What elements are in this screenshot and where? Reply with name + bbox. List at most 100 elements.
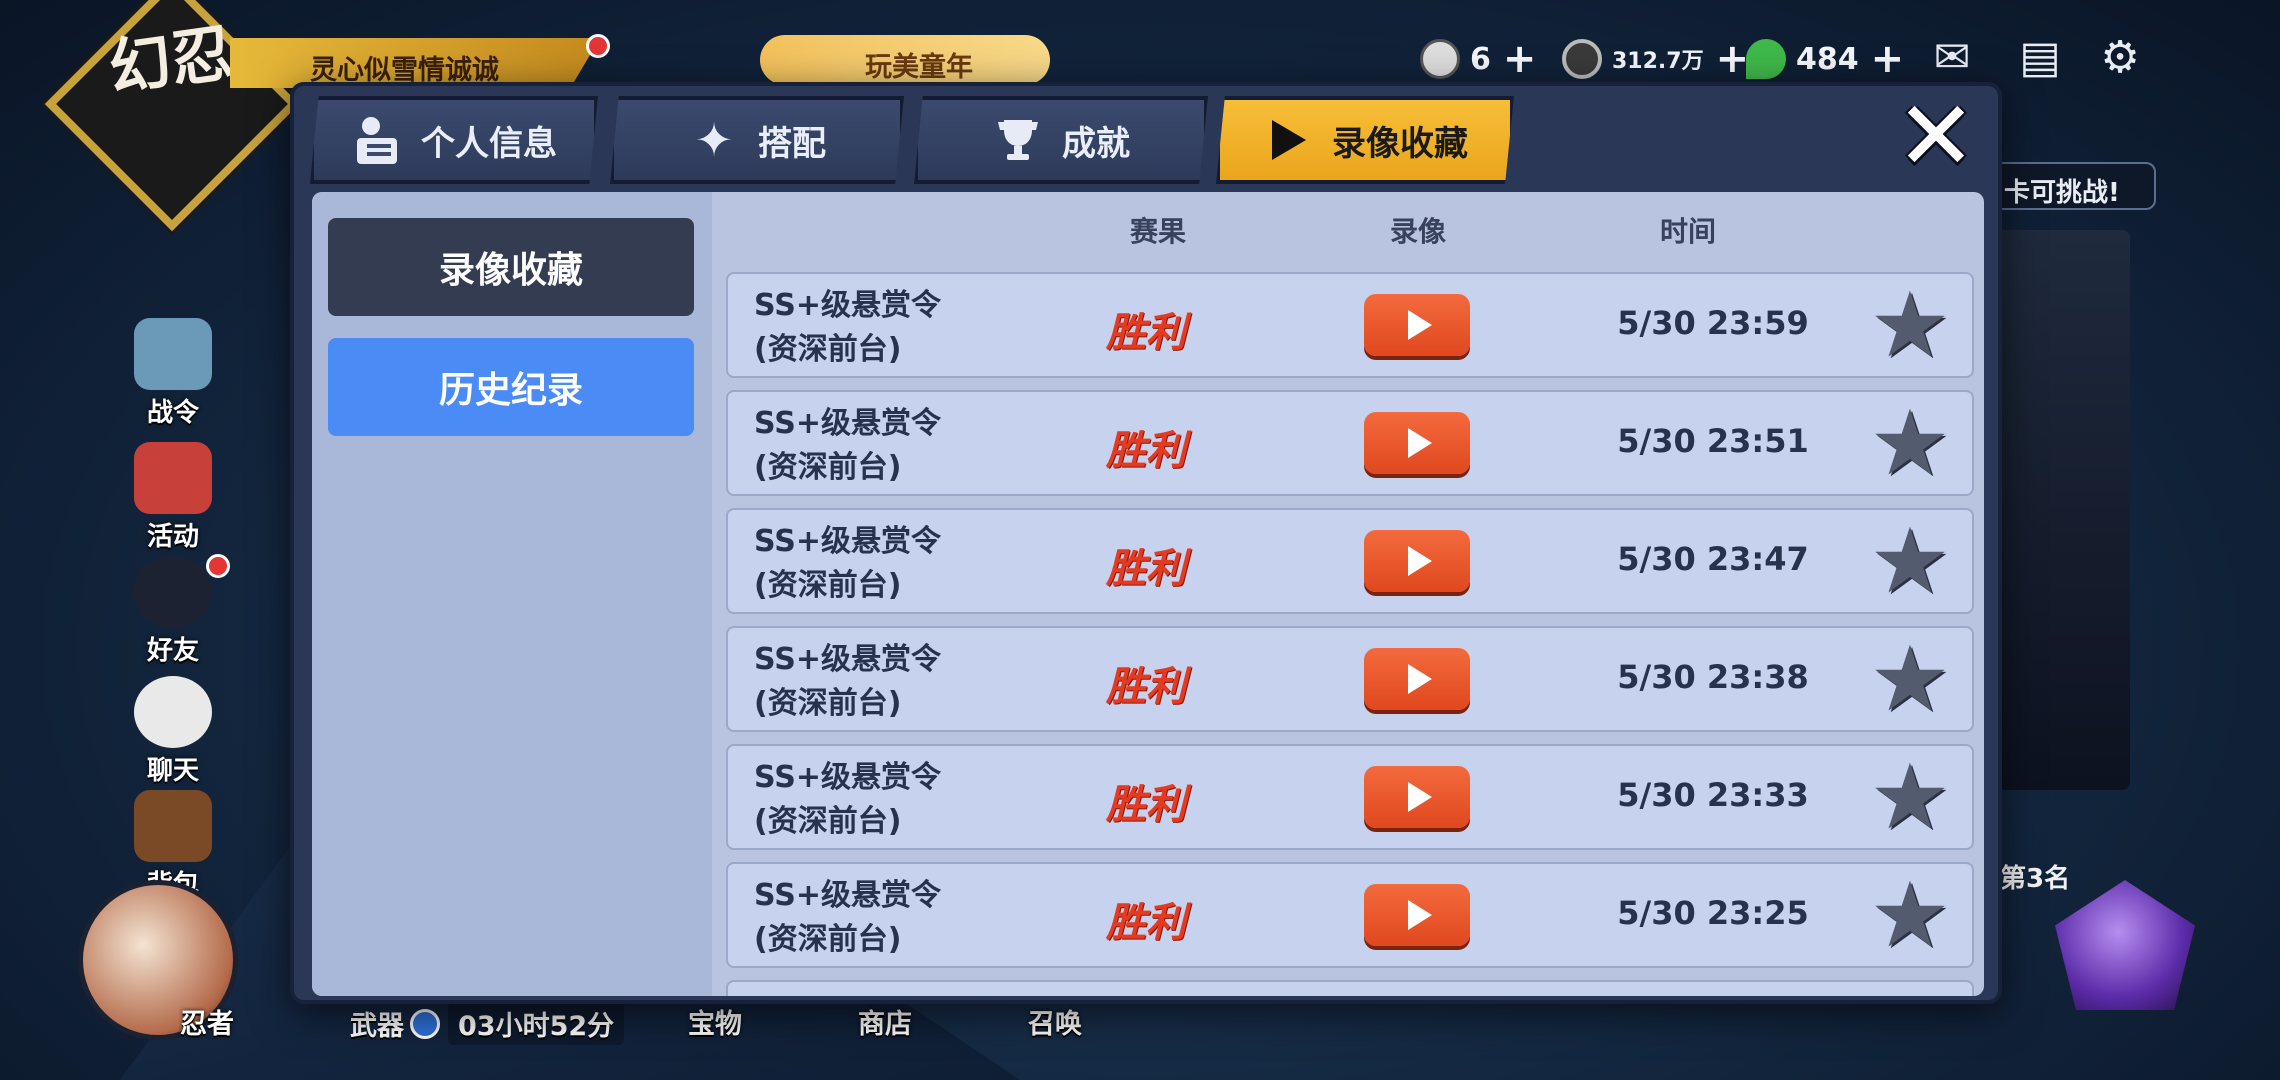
side-button-label: 聊天 [146,756,199,786]
side-button-pass[interactable]: 战令 [134,318,212,429]
notification-dot [206,554,230,578]
play-video-button[interactable] [1364,648,1470,710]
favorite-star-icon[interactable]: ★ [1868,753,1952,843]
table-row: SS+级悬赏令 (资深前台) 胜利 5/30 23:47 ★ [726,508,1974,614]
player-name-banner[interactable]: 灵心似雪情诚诚 [230,38,600,88]
match-title: SS+级悬赏令 (资深前台) [754,520,941,608]
side-button-label: 战令 [146,398,199,428]
table-row: SS+级悬赏令 (资深前台) 胜利 5/30 23:51 ★ [726,390,1974,496]
tab-loadout[interactable]: ✦ 搭配 [610,96,904,184]
side-button-friends[interactable]: 好友 [134,556,212,667]
coin-icon [1562,39,1602,79]
add-icon[interactable]: + [1716,36,1750,82]
play-video-button[interactable] [1364,766,1470,828]
match-subtitle: (资深前台) [754,686,902,721]
result-label: 胜利 [1106,427,1186,474]
match-time: 5/30 23:59 [1617,304,1809,342]
result-label: 胜利 [1106,781,1186,828]
weapon-timer: 03小时52分 [448,1002,625,1045]
column-header-time: 时间 [1660,215,1717,248]
side-button-chat[interactable]: 聊天 [134,676,212,787]
match-name: SS+级悬赏令 [754,524,942,559]
play-video-button[interactable] [1364,530,1470,592]
event-banner[interactable]: 玩美童年 [760,35,1050,85]
resource-value: 6 [1470,41,1491,77]
play-icon [1262,114,1314,166]
resource-jade[interactable]: 484 + [1746,34,1904,84]
match-time: 5/30 23:33 [1617,776,1809,814]
side-button-label: 活动 [146,522,199,552]
background-scroll-art [1990,230,2130,790]
play-video-button[interactable] [1364,412,1470,474]
tab-label: 成就 [1062,123,1130,164]
history-button[interactable]: 历史纪录 [328,338,694,436]
bottom-nav-shop[interactable]: 商店 [858,1002,912,1041]
tab-label: 录像收藏 [1332,123,1468,164]
favorite-star-icon[interactable]: ★ [1868,635,1952,725]
match-time: 5/30 23:25 [1617,894,1809,932]
table-row-partial [726,980,1974,996]
match-time: 5/30 23:51 [1617,422,1809,460]
match-subtitle: (资深前台) [754,332,902,367]
match-time: 5/30 23:47 [1617,540,1809,578]
match-subtitle: (资深前台) [754,804,902,839]
bottom-nav-summon[interactable]: 召唤 [1028,1002,1082,1041]
play-icon [1408,428,1432,458]
resource-coin[interactable]: 312.7万 + [1562,34,1749,84]
play-icon [1408,546,1432,576]
tab-personal-info[interactable]: 个人信息 [310,96,598,184]
backpack-icon [134,790,212,862]
play-video-button[interactable] [1364,294,1470,356]
table-row: SS+级悬赏令 (资深前台) 胜利 5/30 23:38 ★ [726,626,1974,732]
trophy-icon [992,114,1044,166]
video-collection-button[interactable]: 录像收藏 [328,218,694,316]
table-row: SS+级悬赏令 (资深前台) 胜利 5/30 23:33 ★ [726,744,1974,850]
play-icon [1408,664,1432,694]
left-menu: 录像收藏 历史纪录 [312,192,712,996]
play-video-button[interactable] [1364,884,1470,946]
settings-gear-icon[interactable]: ⚙ [2094,34,2146,82]
clock-icon [410,1008,440,1039]
shop-icon[interactable]: ▤ [2008,34,2072,82]
match-title: SS+级悬赏令 (资深前台) [754,284,941,372]
favorite-star-icon[interactable]: ★ [1868,517,1952,607]
play-icon [1408,900,1432,930]
favorite-star-icon[interactable]: ★ [1868,399,1952,489]
side-button-events[interactable]: 活动 [134,442,212,553]
bottom-nav-ninja[interactable]: 忍者 [180,1002,234,1041]
match-title: SS+级悬赏令 (资深前台) [754,874,941,962]
pass-icon [134,318,212,390]
match-title: SS+级悬赏令 (资深前台) [754,756,941,844]
tab-achievements[interactable]: 成就 [914,96,1208,184]
match-name: SS+级悬赏令 [754,760,942,795]
favorite-star-icon[interactable]: ★ [1868,871,1952,961]
favorite-star-icon[interactable]: ★ [1868,281,1952,371]
table-row: SS+级悬赏令 (资深前台) 胜利 5/30 23:59 ★ [726,272,1974,378]
jade-icon [1746,39,1786,79]
mail-icon[interactable]: ✉ [1926,34,1978,82]
rice-ball-icon [1420,39,1460,79]
add-icon[interactable]: + [1503,36,1537,82]
result-label: 胜利 [1106,899,1186,946]
bottom-nav-weapon[interactable]: 武器 03小时52分 [350,1002,625,1045]
add-icon[interactable]: + [1871,36,1905,82]
result-label: 胜利 [1106,663,1186,710]
column-header-video: 录像 [1390,215,1447,248]
table-header: 赛果 录像 时间 [712,192,1984,262]
match-subtitle: (资深前台) [754,450,902,485]
torii-gate-icon [134,442,212,514]
close-icon[interactable]: ✕ [1894,88,1978,184]
match-time: 5/30 23:38 [1617,658,1809,696]
bottom-nav-label: 武器 [350,1011,404,1042]
bottom-nav-treasure[interactable]: 宝物 [688,1002,742,1041]
resource-rice[interactable]: 6 + [1420,34,1536,84]
table-row: SS+级悬赏令 (资深前台) 胜利 5/30 23:25 ★ [726,862,1974,968]
resource-value: 312.7万 [1612,49,1704,74]
chat-bubble-icon [134,676,212,748]
challenge-hint[interactable]: 卡可挑战! [1990,162,2156,210]
modal-content: 录像收藏 历史纪录 赛果 录像 时间 SS+级悬赏令 (资深前台) 胜利 5/3… [312,192,1984,996]
side-button-label: 好友 [146,636,199,666]
ninja-friend-icon [134,556,212,628]
purple-gem-icon[interactable] [2055,880,2195,1010]
tab-video-collection[interactable]: 录像收藏 [1216,96,1514,184]
